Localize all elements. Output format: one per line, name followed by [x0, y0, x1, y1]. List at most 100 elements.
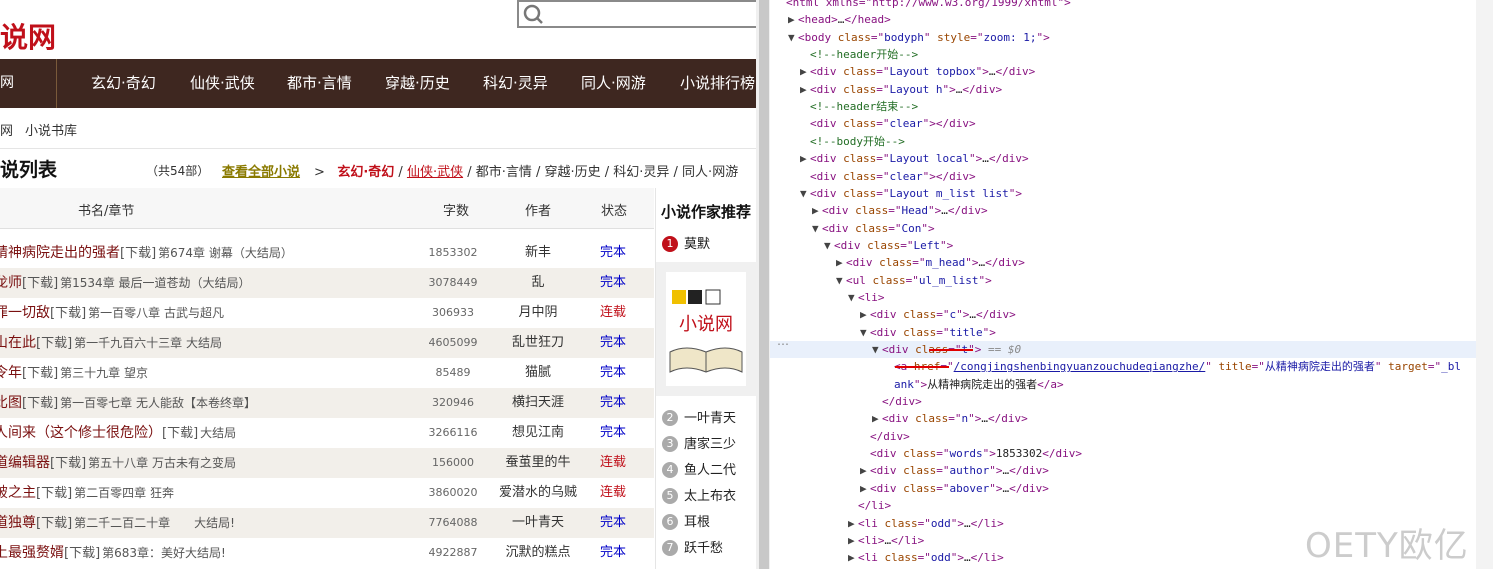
- dom-node[interactable]: ▼ <div class="title">: [770, 324, 996, 341]
- dom-node[interactable]: <div class="words">1853302</div>: [770, 445, 1082, 462]
- author-link[interactable]: 爱潜水的乌贼: [498, 478, 578, 508]
- chapter-link[interactable]: 第二百零四章 狂奔: [74, 486, 174, 500]
- book-title[interactable]: 上最强赘婿: [0, 545, 64, 561]
- author-name[interactable]: 唐家三少: [684, 437, 736, 452]
- dom-node[interactable]: ▶ <div class="Layout topbox">…</div>: [770, 63, 1035, 80]
- expand-toggle-icon[interactable]: ▼: [860, 324, 870, 341]
- dom-node[interactable]: ▼ <div class="Left">: [770, 237, 953, 254]
- nav-item-chuanyue[interactable]: 穿越·历史: [385, 59, 450, 108]
- chapter-link[interactable]: 第1534章 最后一道苍劫（大结局）: [60, 276, 250, 290]
- dom-node[interactable]: ▶ <div class="m_head">…</div>: [770, 254, 1025, 271]
- dom-node[interactable]: <!--header结束-->: [770, 98, 918, 115]
- author-name[interactable]: 鱼人二代: [684, 463, 736, 478]
- author-name[interactable]: 太上布衣: [684, 489, 736, 504]
- site-logo[interactable]: 说网: [0, 16, 56, 56]
- book-title[interactable]: 精神病院走出的强者: [0, 245, 120, 261]
- dom-node[interactable]: </li>: [770, 497, 891, 514]
- expand-toggle-icon[interactable]: ▶: [860, 462, 870, 479]
- author-link[interactable]: 乱: [498, 268, 578, 298]
- author-list-item[interactable]: 3 唐家三少: [662, 432, 736, 458]
- author-list-item[interactable]: 7 跃千愁: [662, 536, 736, 562]
- author-list-item[interactable]: 4 鱼人二代: [662, 458, 736, 484]
- nav-item-ranking[interactable]: 小说排行榜: [680, 59, 755, 108]
- nav-item-tongren[interactable]: 同人·网游: [581, 59, 646, 108]
- search-icon[interactable]: [523, 4, 543, 24]
- download-link[interactable]: [下载]: [22, 366, 58, 381]
- author-link[interactable]: 新丰: [498, 238, 578, 268]
- chapter-link[interactable]: 第一千九百六十三章 大结局: [74, 336, 222, 350]
- download-link[interactable]: [下载]: [120, 246, 156, 261]
- chapter-link[interactable]: 大结局: [200, 426, 236, 440]
- author-link[interactable]: 猫腻: [498, 358, 578, 388]
- download-link[interactable]: [下载]: [64, 546, 100, 561]
- author-link[interactable]: 乱世狂刀: [498, 328, 578, 358]
- dom-node[interactable]: </div>: [770, 428, 910, 445]
- side-first-item[interactable]: 1 莫默: [662, 233, 710, 252]
- dom-node[interactable]: ▶ <div class="author">…</div>: [770, 462, 1049, 479]
- author-link[interactable]: 月中阴: [498, 298, 578, 328]
- dom-node[interactable]: ▶ <li class="odd">…</li>: [770, 549, 1004, 566]
- book-title[interactable]: 人间来（这个修士很危险）: [0, 425, 162, 441]
- book-title[interactable]: 破之主: [0, 485, 36, 501]
- download-link[interactable]: [下载]: [162, 426, 198, 441]
- expand-toggle-icon[interactable]: ▼: [788, 29, 798, 46]
- author-list-item[interactable]: 5 太上布衣: [662, 484, 736, 510]
- expand-toggle-icon[interactable]: ▼: [872, 341, 882, 358]
- cat-active[interactable]: 玄幻·奇幻: [337, 165, 394, 180]
- dom-node[interactable]: <!--body开始-->: [770, 133, 905, 150]
- expand-toggle-icon[interactable]: ▶: [848, 515, 858, 532]
- dom-node[interactable]: ▶ <div class="Head">…</div>: [770, 202, 988, 219]
- book-title[interactable]: 比图: [0, 395, 22, 411]
- dom-node[interactable]: ank">从精神病院走出的强者</a>: [770, 376, 1064, 393]
- download-link[interactable]: [下载]: [36, 486, 72, 501]
- expand-toggle-icon[interactable]: ▼: [800, 185, 810, 202]
- chapter-link[interactable]: 第683章：美好大结局!: [102, 546, 226, 560]
- dom-node[interactable]: <div class="clear"></div>: [770, 168, 976, 185]
- download-link[interactable]: [下载]: [36, 336, 72, 351]
- author-link[interactable]: 想见江南: [498, 418, 578, 448]
- download-link[interactable]: [下载]: [50, 306, 86, 321]
- author-link[interactable]: 横扫天涯: [498, 388, 578, 418]
- cat-rest[interactable]: / 都市·言情 / 穿越·历史 / 科幻·灵异 / 同人·网游: [467, 165, 738, 180]
- dom-node[interactable]: ▶ <div class="Layout h">…</div>: [770, 81, 1002, 98]
- expand-toggle-icon[interactable]: ▶: [788, 11, 798, 28]
- author-list-item[interactable]: 6 耳根: [662, 510, 736, 536]
- expand-toggle-icon[interactable]: ▶: [800, 63, 810, 80]
- book-title[interactable]: 道独尊: [0, 515, 36, 531]
- expand-toggle-icon[interactable]: ▶: [800, 81, 810, 98]
- dom-node[interactable]: </div>: [770, 393, 922, 410]
- search-box[interactable]: [517, 0, 756, 28]
- book-title[interactable]: 山在此: [0, 335, 36, 351]
- devtools-scrollbar[interactable]: [1476, 0, 1493, 569]
- dom-node[interactable]: ▶ <li class="odd">…</li>: [770, 515, 1004, 532]
- dom-node[interactable]: ▼ <ul class="ul_m_list">: [770, 272, 992, 289]
- nav-home[interactable]: 网: [0, 59, 57, 108]
- dom-node[interactable]: <html xmlns="http://www.w3.org/1999/xhtm…: [770, 0, 1071, 11]
- chapter-link[interactable]: 第674章 谢幕（大结局）: [158, 246, 293, 260]
- expand-toggle-icon[interactable]: ▼: [824, 237, 834, 254]
- book-title[interactable]: 令年: [0, 365, 22, 381]
- expand-toggle-icon[interactable]: ▶: [860, 306, 870, 323]
- dom-node[interactable]: ▶<li>…</li>: [770, 532, 924, 549]
- dom-node[interactable]: ▼ <div class="Con">: [770, 220, 935, 237]
- author-name[interactable]: 一叶青天: [684, 411, 736, 426]
- dom-node-selected[interactable]: ▼<div class="t"> == $0: [770, 341, 1493, 358]
- nav-item-xuanhuan[interactable]: 玄幻·奇幻: [91, 59, 156, 108]
- dom-node[interactable]: ▼ <body class="bodyph" style="zoom: 1;">: [770, 29, 1050, 46]
- book-title[interactable]: 罪一切敌: [0, 305, 50, 321]
- chapter-link[interactable]: 第五十八章 万古未有之变局: [88, 456, 236, 470]
- expand-toggle-icon[interactable]: ▶: [836, 254, 846, 271]
- author-name[interactable]: 莫默: [684, 237, 710, 252]
- breadcrumb-current[interactable]: 小说书库: [25, 124, 77, 139]
- more-icon[interactable]: …: [777, 334, 789, 348]
- author-link[interactable]: 一叶青天: [498, 508, 578, 538]
- author-image[interactable]: 小说网: [656, 262, 756, 396]
- download-link[interactable]: [下载]: [22, 396, 58, 411]
- book-title[interactable]: 龙师: [0, 275, 22, 291]
- expand-toggle-icon[interactable]: ▶: [848, 532, 858, 549]
- expand-toggle-icon[interactable]: ▼: [836, 272, 846, 289]
- book-title[interactable]: 道编辑器: [0, 455, 50, 471]
- view-all-link[interactable]: 查看全部小说: [222, 161, 300, 180]
- expand-toggle-icon[interactable]: ▶: [872, 410, 882, 427]
- dom-node[interactable]: ▶ <div class="abover">…</div>: [770, 480, 1049, 497]
